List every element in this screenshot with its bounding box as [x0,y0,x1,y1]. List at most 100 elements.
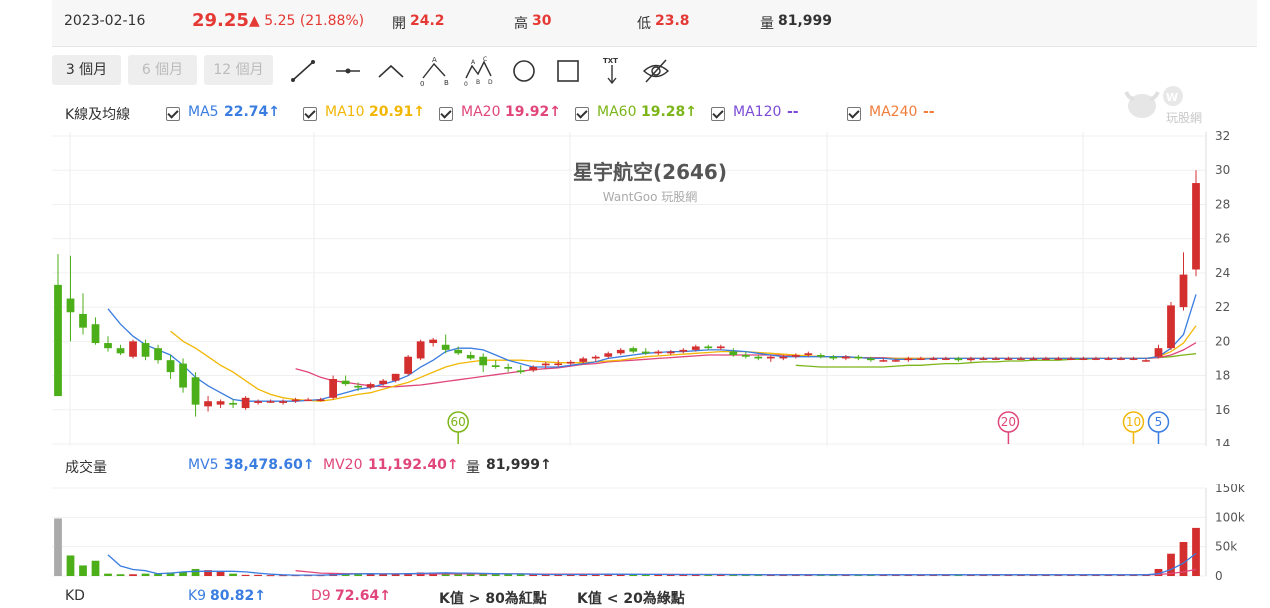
volume-bar [116,574,125,576]
ma10-checkbox[interactable] [303,107,317,121]
svg-text:0: 0 [420,80,424,86]
volume-chart[interactable]: 150k 100k 50k 0 [0,484,1270,584]
price-y-tick: 26 [1215,232,1230,246]
volume-bar [229,573,237,576]
candle-body [441,344,450,350]
candle-body [729,351,738,356]
volume-y-tick: 100k [1215,510,1245,524]
ma20-checkbox[interactable] [439,107,453,121]
svg-text:B: B [444,79,449,86]
candle-body [429,339,438,344]
svg-text:C: C [483,56,487,63]
ma120-checkbox[interactable] [711,107,725,121]
candle-body [329,378,337,398]
volume-bar [191,568,200,576]
candle-body [541,363,550,366]
svg-text:0: 0 [464,81,468,86]
candle-body [66,298,75,313]
volume-bar [66,555,75,576]
chart-title: 星宇航空(2646) [573,160,727,184]
candle-body [829,356,838,359]
ma60-checkbox[interactable] [575,107,589,121]
kd-note-green: K值 < 20為綠點 [577,591,685,607]
kline-title: K線及均線 [65,107,131,123]
text-tool-icon[interactable]: TXT [597,56,627,86]
candle-body [1004,358,1013,360]
candle-body [691,346,700,350]
wantgoo-logo: W 玩股網 [1118,82,1218,128]
candle-body [179,363,187,388]
marker-label: 60 [451,415,466,429]
vol-value: 81,999↑ [486,457,552,473]
volume-bar [129,574,137,576]
candle-body [1067,358,1075,360]
price-y-tick: 32 [1215,130,1230,143]
angle-line-icon[interactable] [376,56,406,86]
candle-body [54,284,62,397]
ma240-value: -- [923,104,935,120]
candle-body [1092,358,1100,360]
marker-label: 20 [1001,415,1016,429]
high-label: 高 [514,16,528,32]
candle-body [416,341,425,359]
volume-bar [516,574,525,576]
candle-body [979,358,988,360]
ma240-checkbox[interactable] [847,107,861,121]
line-tool-icon[interactable] [288,56,318,86]
marker-label: 10 [1126,415,1141,429]
abcd-wave-icon[interactable]: A C 0 B D [464,56,494,86]
kd-title: KD [65,588,85,604]
volume-bar [254,574,262,576]
candle-body [591,356,600,359]
candle-body [266,401,275,403]
period-6m-button[interactable]: 6 個月 [128,55,197,85]
volume-bar [91,560,100,576]
svg-text:W: W [1166,91,1178,104]
candle-body [879,360,888,362]
price-y-tick: 16 [1215,403,1230,417]
candle-body [566,361,575,364]
mv20-value: 11,192.40↑ [368,457,459,473]
volume-y-tick: 0 [1215,569,1223,583]
circle-tool-icon[interactable] [509,56,539,86]
candle-body [91,324,100,344]
volume-bar [104,573,112,576]
candle-body [291,399,300,402]
candle-body [354,385,363,388]
candle-body [1042,358,1050,360]
candle-body [1079,358,1088,360]
period-12m-button[interactable]: 12 個月 [204,55,273,85]
candle-body [766,356,775,359]
candle-body [666,351,675,354]
candle-body [304,399,312,402]
period-3m-button[interactable]: 3 個月 [52,55,121,85]
candle-body [804,353,813,356]
price-chart[interactable]: 星宇航空(2646) WantGoo 玩股網 32 30 28 26 24 22 20 18 1… [0,130,1270,446]
chart-subtitle: WantGoo 玩股網 [603,190,698,204]
hide-drawings-icon[interactable] [641,56,671,86]
candle-body [1129,358,1138,360]
ma120-value: -- [787,104,799,120]
rectangle-tool-icon[interactable] [553,56,583,86]
candle-body [229,402,237,405]
d9-label: D9 [311,588,331,604]
ma5-checkbox[interactable] [166,107,180,121]
volume-legend-row: 成交量 MV5 38,478.60↑ MV20 11,192.40↑ 量 81,… [0,457,700,477]
ma60-label: MA60 [597,104,637,120]
candle-body [491,365,500,367]
ma-legend-row: K線及均線 MA5 22.74↑ MA10 20.91↑ MA20 19.92↑… [0,104,1000,124]
volume-bar [216,571,225,576]
k9-label: K9 [188,588,207,604]
candle-body [104,343,112,349]
vol-label: 量 [466,460,480,476]
candle-body [466,355,475,359]
candle-body [279,401,287,403]
candle-body [504,367,513,369]
abc-wave-icon[interactable]: A 0 B [420,56,450,86]
candle-body [141,343,150,357]
candle-body [954,358,963,361]
candle-body [854,356,863,359]
horizontal-line-icon[interactable] [333,56,363,86]
high-value: 30 [532,13,552,29]
ma120-label: MA120 [733,104,782,120]
